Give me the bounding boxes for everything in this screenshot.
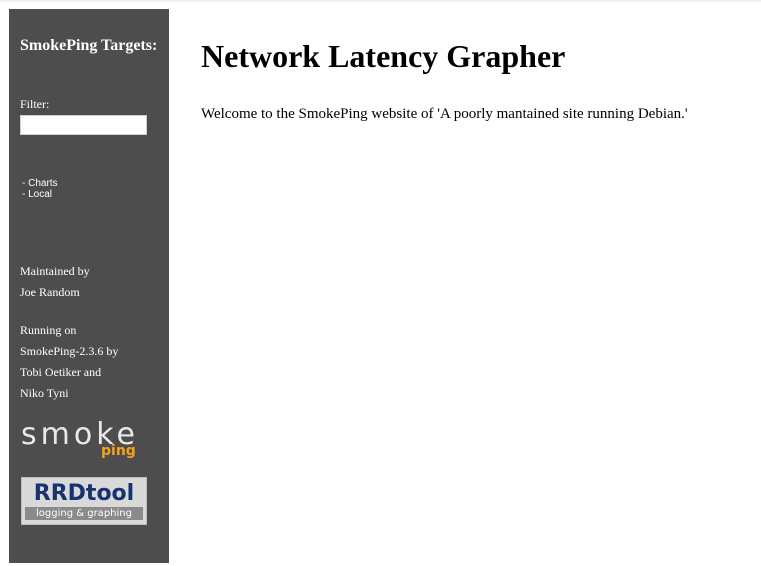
running-on-label: Running on bbox=[20, 323, 77, 337]
smokeping-version[interactable]: SmokePing-2.3.6 by bbox=[20, 341, 160, 362]
rrdtool-tagline: logging & graphing bbox=[25, 507, 143, 520]
menu-item-local[interactable]: - Local bbox=[22, 189, 58, 200]
page-title: Network Latency Grapher bbox=[201, 38, 566, 74]
maintainer-info: Maintained by Joe Random bbox=[20, 261, 160, 303]
target-menu: - Charts - Local bbox=[22, 178, 58, 200]
smokeping-logo[interactable]: smoke ping bbox=[21, 417, 151, 461]
rrdtool-logo-text: RRDtool bbox=[33, 481, 135, 506]
author-tobi[interactable]: Tobi Oetiker and bbox=[20, 362, 160, 383]
welcome-text: Welcome to the SmokePing website of 'A p… bbox=[201, 106, 688, 122]
sidebar-title: SmokePing Targets: bbox=[20, 37, 158, 54]
ping-logo-text: ping bbox=[101, 443, 136, 459]
maintainer-name[interactable]: Joe Random bbox=[20, 282, 160, 303]
running-info: Running on SmokePing-2.3.6 by Tobi Oetik… bbox=[20, 320, 160, 404]
sidebar: SmokePing Targets: Filter: - Charts - Lo… bbox=[9, 9, 169, 563]
filter-input[interactable] bbox=[20, 115, 147, 135]
author-niko[interactable]: Niko Tyni bbox=[20, 383, 160, 404]
rrdtool-logo[interactable]: RRDtool logging & graphing bbox=[21, 477, 147, 525]
filter-label: Filter: bbox=[20, 97, 50, 111]
top-border bbox=[0, 0, 761, 2]
menu-item-charts[interactable]: - Charts bbox=[22, 178, 58, 189]
maintained-by-label: Maintained by bbox=[20, 264, 90, 278]
